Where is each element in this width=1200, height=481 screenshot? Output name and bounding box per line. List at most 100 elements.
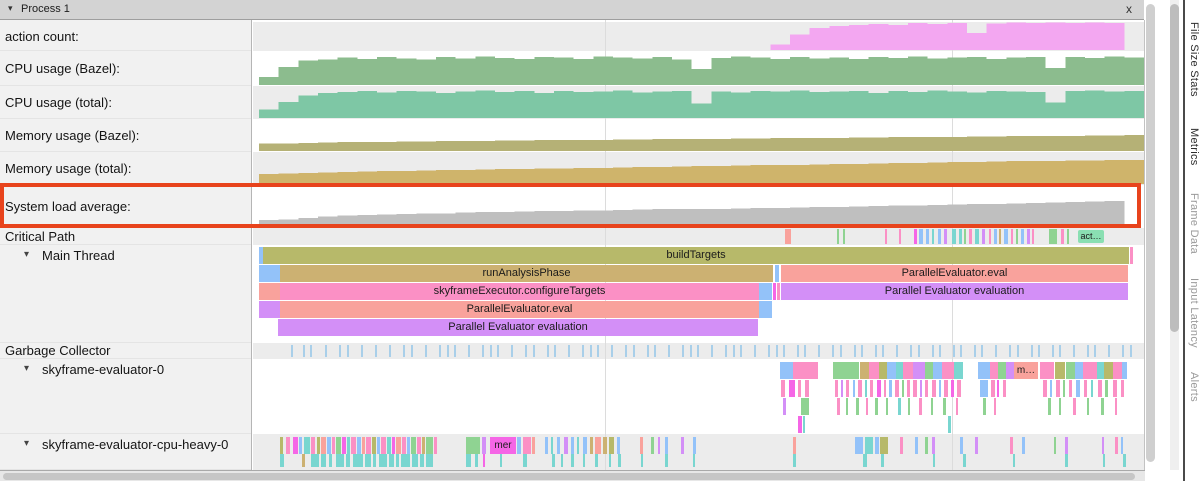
cpu-heavy-slice[interactable] <box>571 454 574 467</box>
evaluator0-slice[interactable] <box>801 398 809 415</box>
cpu-heavy-slice[interactable] <box>401 454 410 467</box>
cpu-heavy-slice[interactable] <box>420 454 424 467</box>
evaluator0-slice[interactable] <box>898 398 901 415</box>
evaluator0-slice[interactable] <box>1059 398 1061 415</box>
evaluator0-slice[interactable] <box>907 380 910 397</box>
cpu-heavy-slice[interactable] <box>925 437 928 454</box>
evaluator0-slice[interactable] <box>943 398 946 415</box>
gc-event-tick[interactable] <box>375 345 377 357</box>
gc-event-tick[interactable] <box>1130 345 1132 357</box>
cpu-heavy-slice[interactable] <box>1022 437 1025 454</box>
gc-event-tick[interactable] <box>804 345 806 357</box>
evaluator0-slice[interactable] <box>793 362 818 379</box>
cpu-heavy-slice[interactable] <box>422 437 425 454</box>
evaluator0-slice[interactable] <box>1056 380 1060 397</box>
evaluator0-slice[interactable] <box>1104 362 1113 379</box>
cpu-heavy-slice[interactable] <box>466 454 471 467</box>
cpu-heavy-slice[interactable] <box>1123 454 1126 467</box>
cpu-heavy-slice[interactable] <box>411 437 416 454</box>
gc-event-tick[interactable] <box>339 345 341 357</box>
gc-event-tick[interactable] <box>783 345 785 357</box>
cpu-heavy-slice[interactable] <box>347 437 350 454</box>
critical-path-slice[interactable] <box>959 229 962 244</box>
gc-event-tick[interactable] <box>918 345 920 357</box>
evaluator0-slice[interactable] <box>896 362 903 379</box>
evaluator0-slice[interactable] <box>925 362 933 379</box>
cpu-heavy-slice[interactable] <box>379 454 387 467</box>
critical-path-slice[interactable] <box>944 229 947 244</box>
evaluator0-slice[interactable] <box>1084 380 1087 397</box>
evaluator0-slice[interactable] <box>798 416 802 433</box>
cpu-heavy-slice[interactable] <box>389 454 394 467</box>
gc-event-tick[interactable] <box>361 345 363 357</box>
gc-event-tick[interactable] <box>439 345 441 357</box>
cpu-heavy-slice[interactable] <box>900 437 903 454</box>
evaluator0-slice[interactable] <box>980 380 988 397</box>
gc-event-tick[interactable] <box>995 345 997 357</box>
process-header[interactable]: ▾ Process 1 x <box>0 0 1144 20</box>
evaluator0-slice[interactable] <box>956 398 958 415</box>
evaluator0-slice[interactable] <box>903 362 913 379</box>
cpu-heavy-slice[interactable] <box>552 454 555 467</box>
evaluator0-slice[interactable] <box>931 398 933 415</box>
vertical-scrollbar-thumb[interactable] <box>1170 4 1179 332</box>
gc-event-tick[interactable] <box>740 345 742 357</box>
critical-path-slice[interactable] <box>1016 229 1018 244</box>
gc-event-tick[interactable] <box>511 345 513 357</box>
track-label-row[interactable]: ▾Main Thread <box>0 245 251 343</box>
evaluator0-slice[interactable] <box>886 398 888 415</box>
critical-path-slice[interactable] <box>899 229 901 244</box>
gc-event-tick[interactable] <box>754 345 756 357</box>
cpu-heavy-slice[interactable] <box>1065 454 1068 467</box>
cpu-heavy-slice[interactable] <box>532 437 535 454</box>
cpu-heavy-slice[interactable] <box>793 437 796 454</box>
cpu-heavy-slice[interactable] <box>426 437 433 454</box>
cpu-heavy-slice[interactable] <box>665 437 668 454</box>
gc-event-tick[interactable] <box>974 345 976 357</box>
evaluator0-slice[interactable] <box>942 362 954 379</box>
gc-event-tick[interactable] <box>840 345 842 357</box>
main-thread-slice[interactable]: buildTargets <box>263 247 1129 264</box>
critical-path-slice[interactable] <box>1032 229 1034 244</box>
evaluator0-slice[interactable] <box>841 380 843 397</box>
gc-event-tick[interactable] <box>932 345 934 357</box>
gc-event-tick[interactable] <box>411 345 413 357</box>
critical-path-slice[interactable] <box>1061 229 1064 244</box>
cpu-heavy-slice[interactable] <box>932 437 935 454</box>
evaluator0-slice[interactable] <box>913 380 917 397</box>
cpu-heavy-slice[interactable] <box>595 437 601 454</box>
evaluator0-slice[interactable] <box>954 362 963 379</box>
cpu-heavy-slice[interactable] <box>1013 454 1015 467</box>
gc-event-tick[interactable] <box>447 345 449 357</box>
evaluator0-slice[interactable] <box>1101 398 1104 415</box>
evaluator0-slice[interactable] <box>932 380 936 397</box>
evaluator0-slice[interactable] <box>1098 380 1102 397</box>
main-thread-slice[interactable]: Parallel Evaluator evaluation <box>781 283 1128 300</box>
collapse-thread-icon[interactable]: ▾ <box>24 249 29 260</box>
cpu-heavy-slice[interactable] <box>311 437 315 454</box>
cpu-heavy-slice[interactable] <box>609 454 611 467</box>
critical-path-slice[interactable] <box>969 229 972 244</box>
gc-event-tick[interactable] <box>1017 345 1019 357</box>
evaluator0-slice[interactable] <box>865 380 867 397</box>
cpu-heavy-slice[interactable] <box>387 437 391 454</box>
cpu-heavy-slice[interactable] <box>483 454 485 467</box>
evaluator0-slice[interactable] <box>895 380 899 397</box>
tab-alerts[interactable]: Alerts <box>1188 372 1200 402</box>
cpu-heavy-slice[interactable] <box>332 437 335 454</box>
evaluator0-slice[interactable] <box>1091 380 1093 397</box>
cpu-heavy-slice[interactable] <box>915 437 918 454</box>
evaluator0-slice[interactable] <box>957 380 961 397</box>
evaluator0-slice[interactable] <box>1006 362 1014 379</box>
evaluator0-slice[interactable] <box>1066 362 1075 379</box>
evaluator0-slice[interactable] <box>860 362 869 379</box>
cpu-heavy-slice[interactable] <box>353 454 363 467</box>
cpu-heavy-slice[interactable] <box>865 437 873 454</box>
cpu-heavy-slice[interactable] <box>286 437 290 454</box>
evaluator0-slice[interactable] <box>1075 362 1083 379</box>
cpu-heavy-slice[interactable] <box>321 454 326 467</box>
gc-event-tick[interactable] <box>568 345 570 357</box>
cpu-heavy-slice[interactable] <box>665 454 668 467</box>
gc-event-tick[interactable] <box>654 345 656 357</box>
evaluator0-slice[interactable] <box>783 398 786 415</box>
